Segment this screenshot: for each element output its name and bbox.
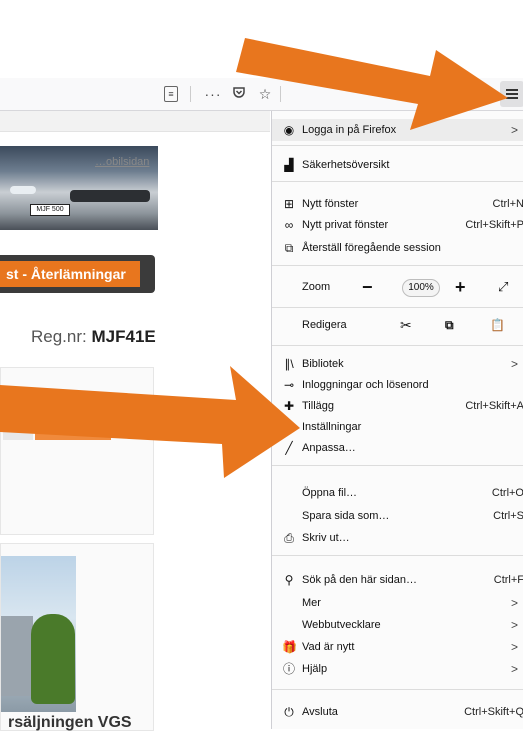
arrow-to-menu-button bbox=[236, 38, 508, 130]
arrow-to-settings bbox=[0, 366, 300, 478]
annotation-arrows bbox=[0, 38, 508, 478]
